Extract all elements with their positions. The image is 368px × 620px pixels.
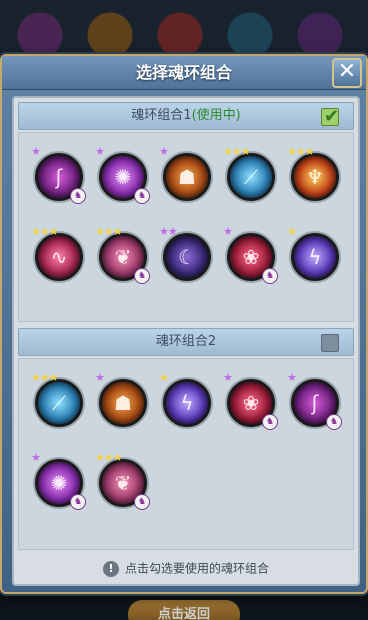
soul-ring-slot[interactable]: ❦ ★★★ ♞ [95, 225, 150, 284]
blade-icon: ⟋ [244, 165, 258, 189]
soul-ring-slot[interactable]: ♆ ★★★ [287, 145, 339, 201]
soul-ring-slot[interactable]: ʃ ★ ♞ [287, 371, 342, 430]
soul-ring-slot[interactable]: ✺ ★ ♞ [31, 451, 86, 510]
serpent-icon: ∿ [50, 245, 68, 269]
close-button[interactable]: ✕ [332, 58, 362, 88]
star-rating-icon: ★ [223, 225, 233, 238]
star-rating-icon: ★ [159, 145, 169, 158]
star-rating-icon: ★ [287, 225, 297, 238]
dragon-icon: ☾ [178, 245, 196, 269]
star-rating-icon: ★ [31, 451, 41, 464]
soul-ring-slot[interactable]: ☾ ★★ [159, 225, 211, 281]
rabbit-badge-icon: ♞ [134, 494, 150, 510]
group-2-label: 魂环组合2 [155, 334, 217, 349]
soul-ring-slot[interactable]: ✺ ★ ♞ [95, 145, 150, 204]
rabbit-badge-icon: ♞ [134, 268, 150, 284]
soul-ring-slot[interactable]: ϟ ★ [287, 225, 339, 281]
soul-ring-slot[interactable]: ʃ ★ ♞ [31, 145, 86, 204]
star-rating-icon: ★★★ [95, 451, 123, 464]
golem-icon: ☗ [178, 165, 196, 189]
demon-mask-icon: ♆ [306, 165, 324, 189]
star-rating-icon: ★ [159, 371, 169, 384]
soul-ring-slot[interactable]: ❦ ★★★ ♞ [95, 451, 150, 510]
star-rating-icon: ★ [223, 371, 233, 384]
soul-ring-slot[interactable]: ϟ ★ [159, 371, 211, 427]
group-2-rings: ⟋ ★★★ ☗ ★ ϟ ★ ❀ ★ ♞ ʃ ★ ♞ ✺ ★ ♞ ❦ ★★★ ♞ [18, 358, 354, 550]
rabbit-badge-icon: ♞ [262, 268, 278, 284]
star-rating-icon: ★★★ [31, 371, 59, 384]
group-1-status: (使用中) [191, 108, 241, 123]
star-rating-icon: ★★★ [287, 145, 315, 158]
soul-ring-slot[interactable]: ⟋ ★★★ [31, 371, 83, 427]
hint-bar: ! 点击勾选要使用的魂环组合 [18, 554, 354, 582]
lightning-icon: ϟ [180, 391, 194, 415]
star-rating-icon: ★ [95, 145, 105, 158]
soul-ring-slot[interactable]: ☗ ★ [159, 145, 211, 201]
group-2-header[interactable]: 魂环组合2 [18, 328, 354, 356]
star-rating-icon: ★★★ [223, 145, 251, 158]
rabbit-badge-icon: ♞ [134, 188, 150, 204]
soul-ring-slot[interactable]: ❀ ★ ♞ [223, 371, 278, 430]
group-2-checkbox[interactable] [321, 334, 339, 352]
rabbit-badge-icon: ♞ [70, 188, 86, 204]
exclamation-icon: ! [102, 560, 119, 577]
soul-ring-slot[interactable]: ☗ ★ [95, 371, 147, 427]
soul-ring-slot[interactable]: ⟋ ★★★ [223, 145, 275, 201]
star-rating-icon: ★ [95, 371, 105, 384]
star-rating-icon: ★★ [159, 225, 178, 238]
select-soul-ring-modal: 选择魂环组合 ✕ 魂环组合1(使用中) ✔ ʃ ★ ♞ ✺ ★ ♞ ☗ ★ ⟋ ★★★ ♆ ★★★ ∿ ★… [0, 54, 368, 594]
modal-content: 魂环组合1(使用中) ✔ ʃ ★ ♞ ✺ ★ ♞ ☗ ★ ⟋ ★★★ ♆ ★★★ ∿ ★★★ ❦ ★★★ ♞ ☾ ★… [12, 96, 360, 586]
golem-icon: ☗ [114, 391, 132, 415]
group-1-checkbox[interactable]: ✔ [321, 106, 339, 127]
return-button[interactable]: 点击返回 [128, 600, 240, 620]
hint-text: 点击勾选要使用的魂环组合 [124, 561, 269, 576]
rabbit-badge-icon: ♞ [70, 494, 86, 510]
soul-ring-slot[interactable]: ❀ ★ ♞ [223, 225, 278, 284]
soul-ring-slot[interactable]: ∿ ★★★ [31, 225, 83, 281]
close-icon: ✕ [337, 59, 357, 84]
rabbit-badge-icon: ♞ [262, 414, 278, 430]
checkmark-icon: ✔ [324, 106, 340, 127]
star-rating-icon: ★ [287, 371, 297, 384]
star-rating-icon: ★ [31, 145, 41, 158]
blade-icon: ⟋ [52, 391, 66, 415]
group-1-label: 魂环组合1 [131, 108, 192, 123]
lightning-icon: ϟ [308, 245, 322, 269]
star-rating-icon: ★★★ [95, 225, 123, 238]
group-1-header[interactable]: 魂环组合1(使用中) ✔ [18, 102, 354, 130]
modal-title: 选择魂环组合 [2, 56, 366, 90]
group-1-rings: ʃ ★ ♞ ✺ ★ ♞ ☗ ★ ⟋ ★★★ ♆ ★★★ ∿ ★★★ ❦ ★★★ ♞ ☾ ★★ ❀ ★ ♞ ϟ ★ [18, 132, 354, 322]
star-rating-icon: ★★★ [31, 225, 59, 238]
rabbit-badge-icon: ♞ [326, 414, 342, 430]
